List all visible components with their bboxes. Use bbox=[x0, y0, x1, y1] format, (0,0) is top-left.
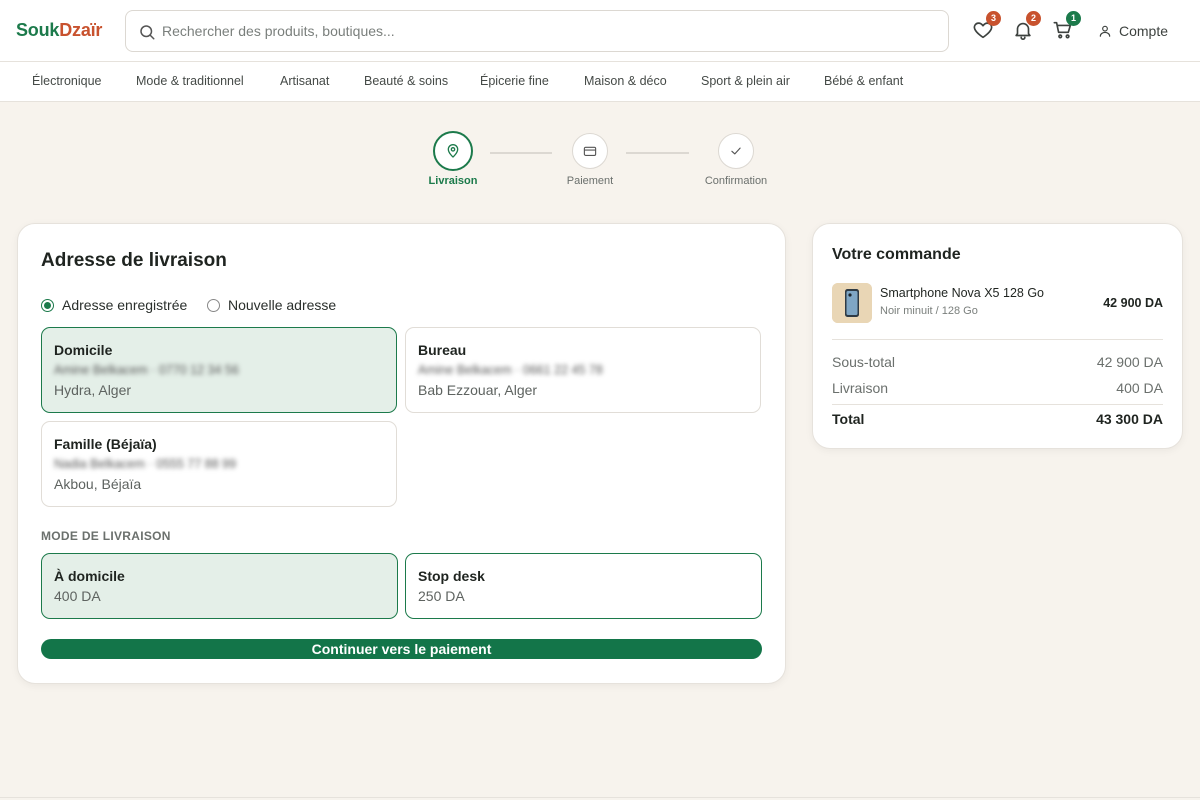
footer-divider bbox=[0, 797, 1200, 798]
delivery-mode-stopdesk[interactable]: Stop desk 250 DA bbox=[405, 553, 762, 619]
total-label: Total bbox=[832, 411, 865, 427]
address-contact: Nadia Belkacem · 0555 77 88 99 bbox=[54, 457, 237, 471]
smartphone-icon bbox=[832, 283, 872, 323]
step-label-confirmation: Confirmation bbox=[704, 175, 768, 187]
address-card-domicile[interactable]: Domicile Amine Belkacem · 0770 12 34 56 … bbox=[41, 327, 397, 413]
cart-button[interactable]: 1 bbox=[1052, 11, 1081, 41]
category-nav: Électronique Mode & traditionnel Artisan… bbox=[0, 62, 1200, 102]
product-thumbnail bbox=[832, 283, 872, 323]
address-name: Famille (Béjaïa) bbox=[54, 436, 157, 452]
credit-card-icon bbox=[583, 146, 597, 156]
step-label-paiement: Paiement bbox=[566, 175, 614, 187]
delivery-mode-name: Stop desk bbox=[418, 568, 485, 584]
account-label: Compte bbox=[1119, 23, 1169, 39]
radio-label: Adresse enregistrée bbox=[62, 297, 188, 313]
category-maison[interactable]: Maison & déco bbox=[584, 74, 667, 88]
subtotal-value: 42 900 DA bbox=[1096, 354, 1163, 370]
cart-count-badge: 1 bbox=[1066, 11, 1081, 26]
notifications-count-badge: 2 bbox=[1026, 11, 1041, 26]
address-name: Bureau bbox=[418, 342, 467, 358]
category-bebe[interactable]: Bébé & enfant bbox=[824, 74, 903, 88]
map-pin-icon bbox=[447, 144, 459, 158]
category-beaute[interactable]: Beauté & soins bbox=[364, 74, 448, 88]
product-variant: Noir minuit / 128 Go bbox=[880, 305, 978, 317]
shipping-value: 400 DA bbox=[1116, 380, 1163, 396]
category-mode[interactable]: Mode & traditionnel bbox=[136, 74, 244, 88]
brand-logo[interactable]: SoukDzaïr bbox=[16, 20, 102, 41]
search-bar bbox=[125, 10, 949, 52]
brand-name-part2: Dzaïr bbox=[59, 20, 103, 40]
top-header: SoukDzaïr 3 2 1 Compte bbox=[0, 0, 1200, 62]
address-contact: Amine Belkacem · 0661 22 45 78 bbox=[418, 363, 603, 377]
category-epicerie[interactable]: Épicerie fine bbox=[480, 74, 549, 88]
step-connector bbox=[626, 152, 689, 154]
product-name: Smartphone Nova X5 128 Go bbox=[880, 286, 1044, 300]
address-contact: Amine Belkacem · 0770 12 34 56 bbox=[54, 363, 239, 377]
check-icon bbox=[731, 147, 741, 155]
address-city: Akbou, Béjaïa bbox=[54, 476, 142, 492]
address-city: Bab Ezzouar, Alger bbox=[418, 382, 538, 398]
step-connector bbox=[490, 152, 552, 154]
radio-dot-unchecked bbox=[207, 299, 220, 312]
subtotal-label: Sous-total bbox=[832, 354, 896, 370]
address-card-famille[interactable]: Famille (Béjaïa) Nadia Belkacem · 0555 7… bbox=[41, 421, 397, 507]
delivery-mode-label: MODE DE LIVRAISON bbox=[41, 529, 171, 543]
user-icon bbox=[1099, 25, 1111, 37]
category-electronique[interactable]: Électronique bbox=[32, 74, 102, 88]
wishlist-count-badge: 3 bbox=[986, 11, 1001, 26]
address-city: Hydra, Alger bbox=[54, 382, 132, 398]
address-name: Domicile bbox=[54, 342, 113, 358]
delivery-mode-domicile[interactable]: À domicile 400 DA bbox=[41, 553, 398, 619]
step-livraison bbox=[433, 131, 473, 171]
address-card-bureau[interactable]: Bureau Amine Belkacem · 0661 22 45 78 Ba… bbox=[405, 327, 761, 413]
step-paiement bbox=[572, 133, 608, 169]
radio-dot-checked bbox=[41, 299, 54, 312]
continue-to-payment-button[interactable]: Continuer vers le paiement bbox=[41, 639, 762, 659]
delivery-mode-price: 250 DA bbox=[418, 588, 465, 604]
search-icon bbox=[140, 25, 155, 40]
shipping-label: Livraison bbox=[832, 380, 889, 396]
summary-title: Votre commande bbox=[832, 246, 961, 263]
delivery-mode-price: 400 DA bbox=[54, 588, 101, 604]
total-value: 43 300 DA bbox=[1096, 411, 1163, 427]
divider bbox=[832, 339, 1163, 340]
step-label-livraison: Livraison bbox=[428, 175, 478, 187]
category-artisanat[interactable]: Artisanat bbox=[280, 74, 329, 88]
search-input[interactable] bbox=[162, 11, 932, 51]
radio-label: Nouvelle adresse bbox=[228, 297, 337, 313]
divider bbox=[832, 404, 1163, 405]
wishlist-button[interactable]: 3 bbox=[972, 11, 1001, 41]
delivery-mode-name: À domicile bbox=[54, 568, 125, 584]
notifications-button[interactable]: 2 bbox=[1012, 11, 1041, 41]
step-confirmation bbox=[718, 133, 754, 169]
category-sport[interactable]: Sport & plein air bbox=[701, 74, 790, 88]
brand-name-part1: Souk bbox=[16, 20, 60, 40]
address-title: Adresse de livraison bbox=[41, 250, 227, 271]
product-price: 42 900 DA bbox=[1103, 296, 1163, 310]
